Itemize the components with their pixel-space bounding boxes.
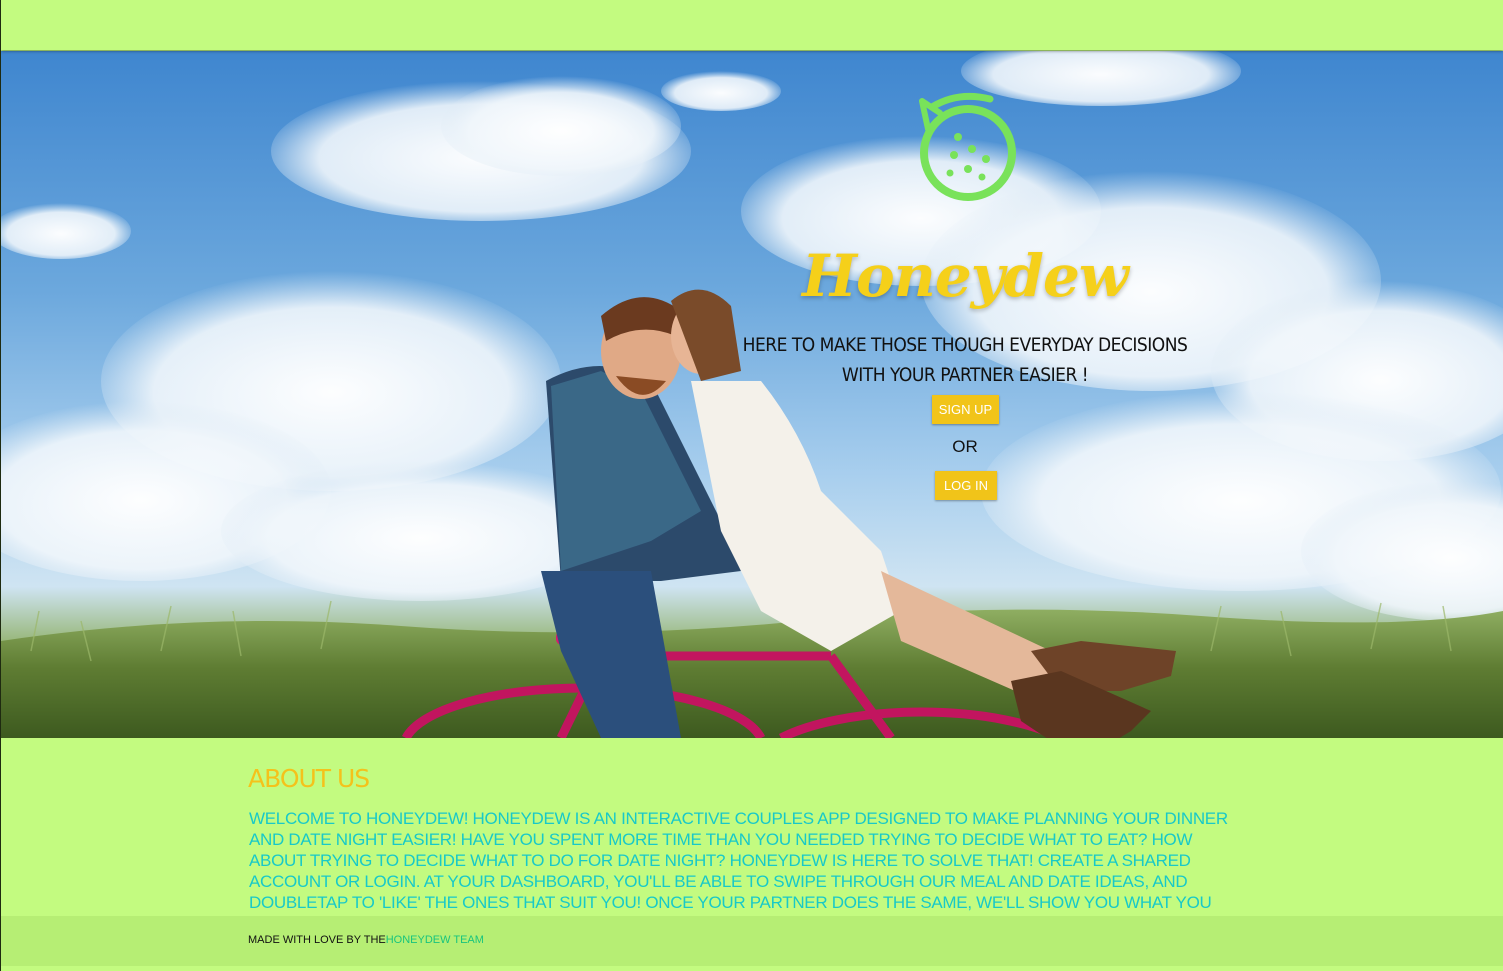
top-navbar bbox=[1, 0, 1503, 50]
footer-credit: Made with love by theHoneydew Team bbox=[248, 934, 484, 946]
about-section: About Us Welcome to Honeydew! Honeydew i… bbox=[1, 738, 1503, 933]
or-separator: or bbox=[952, 437, 978, 456]
sign-up-button[interactable]: Sign Up bbox=[932, 395, 999, 424]
log-in-button[interactable]: Log In bbox=[935, 471, 997, 500]
hero-background-image bbox=[1, 51, 1503, 738]
tagline: Here to make those though everyday decis… bbox=[701, 330, 1229, 390]
bottom-strip bbox=[0, 966, 1503, 971]
grass-field bbox=[1, 609, 1503, 738]
about-title: About Us bbox=[248, 764, 370, 793]
honeydew-team-link[interactable]: Honeydew Team bbox=[386, 934, 484, 946]
honeydew-melon-icon bbox=[919, 92, 1016, 201]
brand-title: Honeydew bbox=[802, 242, 1129, 310]
tagline-line-1: Here to make those though everyday decis… bbox=[742, 334, 1188, 356]
hero-section: Honeydew Here to make those though every… bbox=[1, 51, 1503, 738]
tagline-line-2: with your partner easier ! bbox=[841, 364, 1089, 386]
footer: Made with love by theHoneydew Team bbox=[1, 916, 1503, 966]
footer-prefix: Made with love by the bbox=[248, 934, 386, 946]
window-edge bbox=[0, 0, 1, 971]
page: Honeydew Here to make those though every… bbox=[0, 0, 1503, 971]
